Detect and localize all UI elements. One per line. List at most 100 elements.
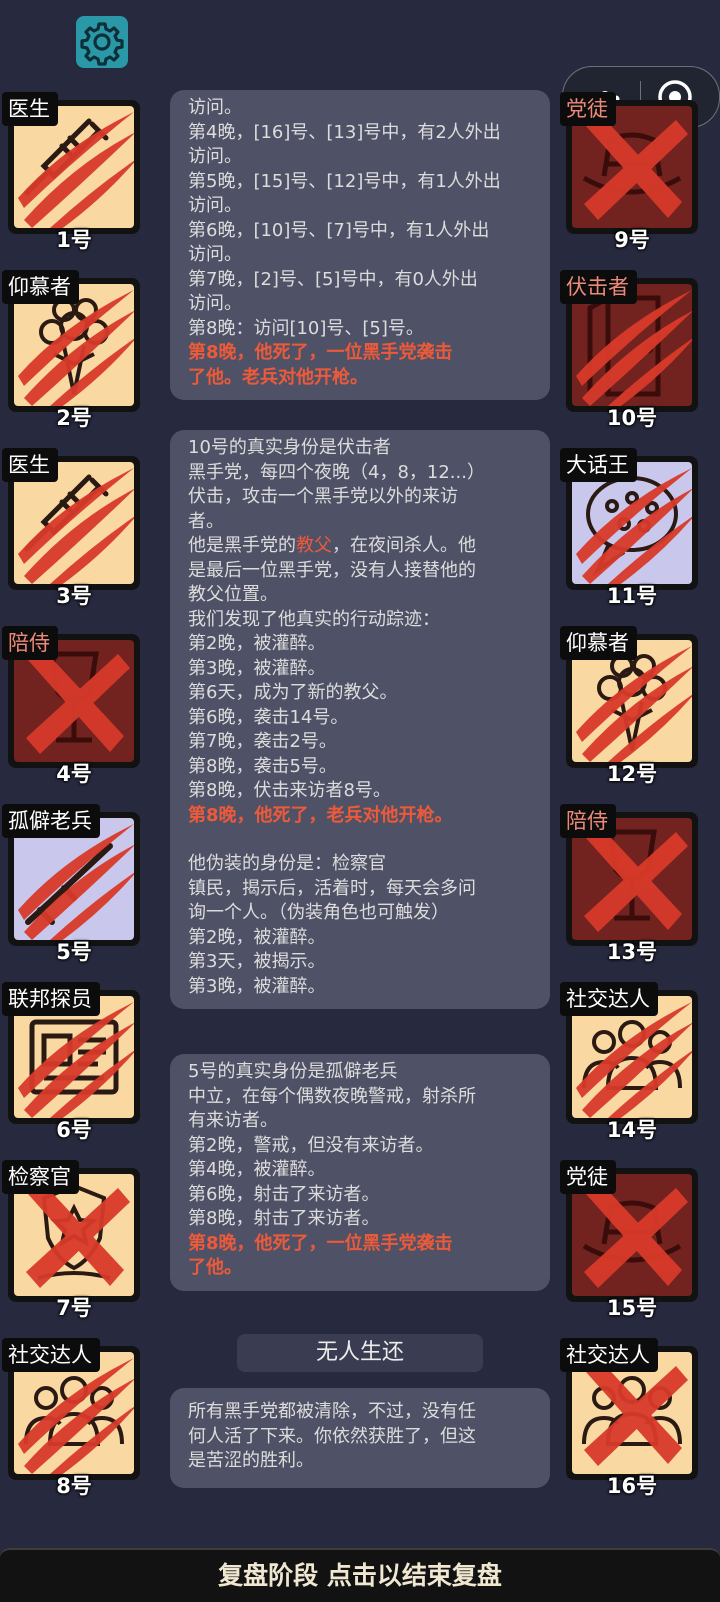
panel-line: 访问。 bbox=[188, 97, 242, 118]
player-card-right-1[interactable]: 党徒 9号 bbox=[560, 92, 698, 252]
panel-keyword: 教父 bbox=[296, 535, 332, 556]
player-card-right-3[interactable]: 大话王 11号 bbox=[560, 448, 698, 608]
player-number: 14号 bbox=[606, 1118, 658, 1142]
panel-line: 访问。 bbox=[188, 293, 242, 314]
panel-line: 询一个人。（伪装角色也可触发） bbox=[188, 902, 449, 923]
panel-line: 教父位置。 bbox=[188, 584, 278, 605]
player-role-label: 检察官 bbox=[2, 1160, 79, 1194]
panel-line: 第8晚，射击了来访者。 bbox=[188, 1208, 380, 1229]
panel-line: 第6晚，[10]号、[7]号中，有1人外出 bbox=[188, 219, 490, 241]
player-card-left-1[interactable]: 医生 1号 bbox=[2, 92, 140, 252]
player-card-right-2[interactable]: 伏击者 10号 bbox=[560, 270, 698, 430]
player-role-label: 医生 bbox=[2, 92, 58, 126]
player-number: 12号 bbox=[606, 762, 658, 786]
panel-line-text: 他是黑手党的 bbox=[188, 535, 296, 556]
player-card-left-4[interactable]: 陪侍 4号 bbox=[2, 626, 140, 786]
panel-line: 镇民，揭示后，活着时，每天会多问 bbox=[188, 877, 476, 899]
player-role-label: 伏击者 bbox=[560, 270, 637, 304]
panel-line: 我们发现了他真实的行动踪迹： bbox=[188, 608, 440, 630]
player-role-label: 医生 bbox=[2, 448, 58, 482]
panel-line: 第6晚，射击了来访者。 bbox=[188, 1183, 380, 1205]
panel-line: 第6天，成为了新的教父。 bbox=[188, 682, 398, 703]
player-role-label: 大话王 bbox=[560, 448, 637, 482]
panel-line: 第4晚，[16]号、[13]号中，有2人外出 bbox=[188, 121, 501, 143]
player-number: 15号 bbox=[606, 1296, 658, 1320]
player-role-label: 仰慕者 bbox=[2, 270, 79, 304]
panel-highlight-line: 了他。老兵对他开枪。 bbox=[188, 366, 368, 388]
player-number: 5号 bbox=[56, 940, 92, 964]
player-number: 10号 bbox=[606, 406, 658, 430]
player-number: 7号 bbox=[56, 1296, 92, 1320]
player-number: 9号 bbox=[614, 228, 650, 252]
player-role-label: 陪侍 bbox=[560, 804, 616, 838]
panel-line: 者。 bbox=[188, 510, 224, 532]
panel-line: 5号的真实身份是孤僻老兵 bbox=[188, 1061, 398, 1082]
panel-highlight-line: 第8晚，他死了，一位黑手党袭击 bbox=[188, 342, 453, 363]
player-card-right-8[interactable]: 社交达人 16号 bbox=[560, 1338, 698, 1498]
panel-line-text: ，在夜间杀人。他 bbox=[332, 535, 476, 556]
panel-line: 10号的真实身份是伏击者 bbox=[188, 437, 391, 458]
panel-spacer bbox=[188, 828, 536, 852]
review-panel-player-10: 10号的真实身份是伏击者 黑手党，每四个夜晚（4，8，12...） 伏击，攻击一个黑… bbox=[170, 430, 550, 1009]
end-review-button[interactable]: 复盘阶段 点击以结束复盘 bbox=[0, 1548, 720, 1602]
player-card-right-4[interactable]: 仰慕者 12号 bbox=[560, 626, 698, 786]
player-card-right-5[interactable]: 陪侍 13号 bbox=[560, 804, 698, 964]
player-role-label: 党徒 bbox=[560, 1160, 616, 1194]
player-card-left-6[interactable]: 联邦探员 6号 bbox=[2, 982, 140, 1142]
panel-line: 第3晚，被灌醉。 bbox=[188, 975, 326, 997]
panel-highlight-line: 第8晚，他死了，一位黑手党袭击 bbox=[188, 1232, 453, 1254]
panel-line: 访问。 bbox=[188, 195, 242, 216]
player-number: 13号 bbox=[606, 940, 658, 964]
panel-line: 是苦涩的胜利。 bbox=[188, 1450, 314, 1471]
player-card-left-8[interactable]: 社交达人 8号 bbox=[2, 1338, 140, 1498]
panel-line: 他是黑手党的教父，在夜间杀人。他 bbox=[188, 534, 536, 559]
result-banner: 无人生还 bbox=[237, 1334, 483, 1372]
panel-line: 第7晚，袭击2号。 bbox=[188, 731, 337, 752]
player-role-label: 联邦探员 bbox=[2, 982, 100, 1016]
player-number: 1号 bbox=[56, 228, 92, 252]
player-role-label: 社交达人 bbox=[560, 1338, 658, 1372]
review-panel-top: 访问。 第4晚，[16]号、[13]号中，有2人外出 访问。 第5晚，[15]号、[1… bbox=[170, 90, 550, 400]
player-card-left-5[interactable]: 孤僻老兵 5号 bbox=[2, 804, 140, 964]
panel-highlight-line: 第8晚，他死了，老兵对他开枪。 bbox=[188, 804, 453, 826]
gear-icon bbox=[80, 22, 124, 66]
player-card-right-6[interactable]: 社交达人 14号 bbox=[560, 982, 698, 1142]
player-role-label: 仰慕者 bbox=[560, 626, 637, 660]
panel-line: 第3晚，被灌醉。 bbox=[188, 657, 326, 679]
player-role-label: 陪侍 bbox=[2, 626, 58, 660]
player-number: 3号 bbox=[56, 584, 92, 608]
player-number: 11号 bbox=[606, 584, 658, 608]
panel-line: 中立，在每个偶数夜晚警戒，射杀所 bbox=[188, 1085, 476, 1107]
panel-line: 第5晚，[15]号、[12]号中，有1人外出 bbox=[188, 170, 501, 192]
panel-line: 第8晚，袭击5号。 bbox=[188, 755, 337, 777]
panel-line: 第3天，被揭示。 bbox=[188, 951, 326, 972]
panel-line: 第4晚，被灌醉。 bbox=[188, 1159, 326, 1180]
result-summary-panel: 所有黑手党都被清除，不过，没有任 何人活了下来。你依然获胜了，但这 是苦涩的胜利。 bbox=[170, 1388, 550, 1488]
player-card-left-7[interactable]: 检察官 7号 bbox=[2, 1160, 140, 1320]
panel-line: 第2晚，被灌醉。 bbox=[188, 633, 326, 654]
player-number: 4号 bbox=[56, 762, 92, 786]
panel-line: 何人活了下来。你依然获胜了，但这 bbox=[188, 1425, 476, 1447]
panel-line: 第7晚，[2]号、[5]号中，有0人外出 bbox=[188, 268, 478, 290]
player-card-right-7[interactable]: 党徒 15号 bbox=[560, 1160, 698, 1320]
panel-highlight-line: 了他。 bbox=[188, 1257, 242, 1278]
panel-line: 访问。 bbox=[188, 146, 242, 167]
panel-line: 第8晚：访问[10]号、[5]号。 bbox=[188, 317, 424, 339]
player-card-left-2[interactable]: 仰慕者 2号 bbox=[2, 270, 140, 430]
panel-line: 伏击，攻击一个黑手党以外的来访 bbox=[188, 486, 458, 507]
player-number: 8号 bbox=[56, 1474, 92, 1498]
player-card-left-3[interactable]: 医生 3号 bbox=[2, 448, 140, 608]
player-role-label: 党徒 bbox=[560, 92, 616, 126]
panel-line: 是最后一位黑手党，没有人接替他的 bbox=[188, 559, 476, 581]
settings-button[interactable] bbox=[76, 16, 128, 68]
panel-line: 第8晚，伏击来访者8号。 bbox=[188, 780, 391, 801]
panel-line: 第2晚，被灌醉。 bbox=[188, 926, 326, 948]
panel-line: 所有黑手党都被清除，不过，没有任 bbox=[188, 1401, 476, 1422]
panel-line: 有来访者。 bbox=[188, 1110, 278, 1131]
panel-line: 访问。 bbox=[188, 244, 242, 265]
player-role-label: 孤僻老兵 bbox=[2, 804, 100, 838]
player-role-label: 社交达人 bbox=[2, 1338, 100, 1372]
review-panel-player-5: 5号的真实身份是孤僻老兵 中立，在每个偶数夜晚警戒，射杀所 有来访者。 第2晚，警戒，… bbox=[170, 1054, 550, 1291]
player-number: 6号 bbox=[56, 1118, 92, 1142]
player-number: 2号 bbox=[56, 406, 92, 430]
